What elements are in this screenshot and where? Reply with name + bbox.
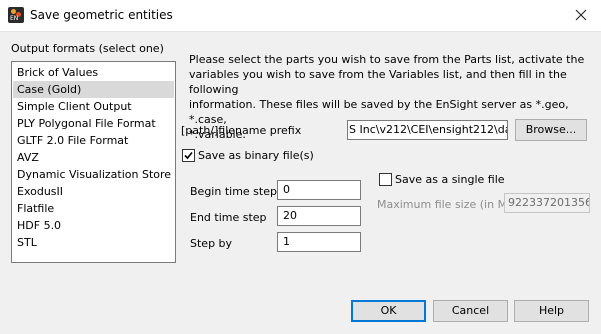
- max-file-size-label: Maximum file size (in MB): [377, 198, 519, 211]
- format-brick-of-values[interactable]: Brick of Values: [13, 64, 174, 81]
- instructions-line-2: variables you wish to save from the Vari…: [189, 68, 567, 96]
- end-time-label: End time step: [190, 211, 267, 224]
- close-icon[interactable]: [567, 3, 595, 27]
- checkmark-icon: [184, 151, 193, 160]
- begin-time-input[interactable]: 0: [277, 180, 361, 200]
- binary-checkbox-label: Save as binary file(s): [198, 149, 314, 162]
- window-title: Save geometric entities: [30, 8, 173, 22]
- cancel-button[interactable]: Cancel: [433, 300, 508, 322]
- end-time-input[interactable]: 20: [277, 206, 361, 226]
- browse-button[interactable]: Browse...: [515, 119, 587, 141]
- output-formats-label: Output formats (select one): [11, 42, 164, 55]
- filename-prefix-input[interactable]: S Inc\v212\CEI\ensight212\data: [347, 120, 508, 140]
- single-file-label: Save as a single file: [395, 173, 505, 186]
- single-file-checkbox[interactable]: [379, 173, 392, 186]
- format-avz[interactable]: AVZ: [13, 149, 174, 166]
- format-gltf[interactable]: GLTF 2.0 File Format: [13, 132, 174, 149]
- binary-checkbox[interactable]: [182, 149, 195, 162]
- format-hdf5[interactable]: HDF 5.0: [13, 217, 174, 234]
- begin-time-label: Begin time steps: [190, 185, 283, 198]
- format-ply[interactable]: PLY Polygonal File Format: [13, 115, 174, 132]
- instructions-line-1: Please select the parts you wish to save…: [189, 53, 585, 66]
- app-icon-text: EN: [10, 15, 19, 22]
- format-stl[interactable]: STL: [13, 234, 174, 251]
- ok-button[interactable]: OK: [351, 300, 426, 322]
- format-case-gold[interactable]: Case (Gold): [13, 81, 174, 98]
- title-bar: EN Save geometric entities: [0, 0, 601, 32]
- step-by-label: Step by: [190, 237, 233, 250]
- step-by-input[interactable]: 1: [277, 232, 361, 252]
- ensight-app-icon: EN: [8, 7, 24, 23]
- format-exodusii[interactable]: ExodusII: [13, 183, 174, 200]
- output-formats-list[interactable]: Brick of Values Case (Gold) Simple Clien…: [11, 61, 176, 263]
- filename-prefix-label: [path/]filename prefix: [181, 124, 302, 137]
- format-dynamic-visualization-store[interactable]: Dynamic Visualization Store: [13, 166, 174, 183]
- format-simple-client-output[interactable]: Simple Client Output: [13, 98, 174, 115]
- help-button[interactable]: Help: [514, 300, 589, 322]
- format-flatfile[interactable]: Flatfile: [13, 200, 174, 217]
- max-file-size-input: 9223372013568: [504, 193, 590, 213]
